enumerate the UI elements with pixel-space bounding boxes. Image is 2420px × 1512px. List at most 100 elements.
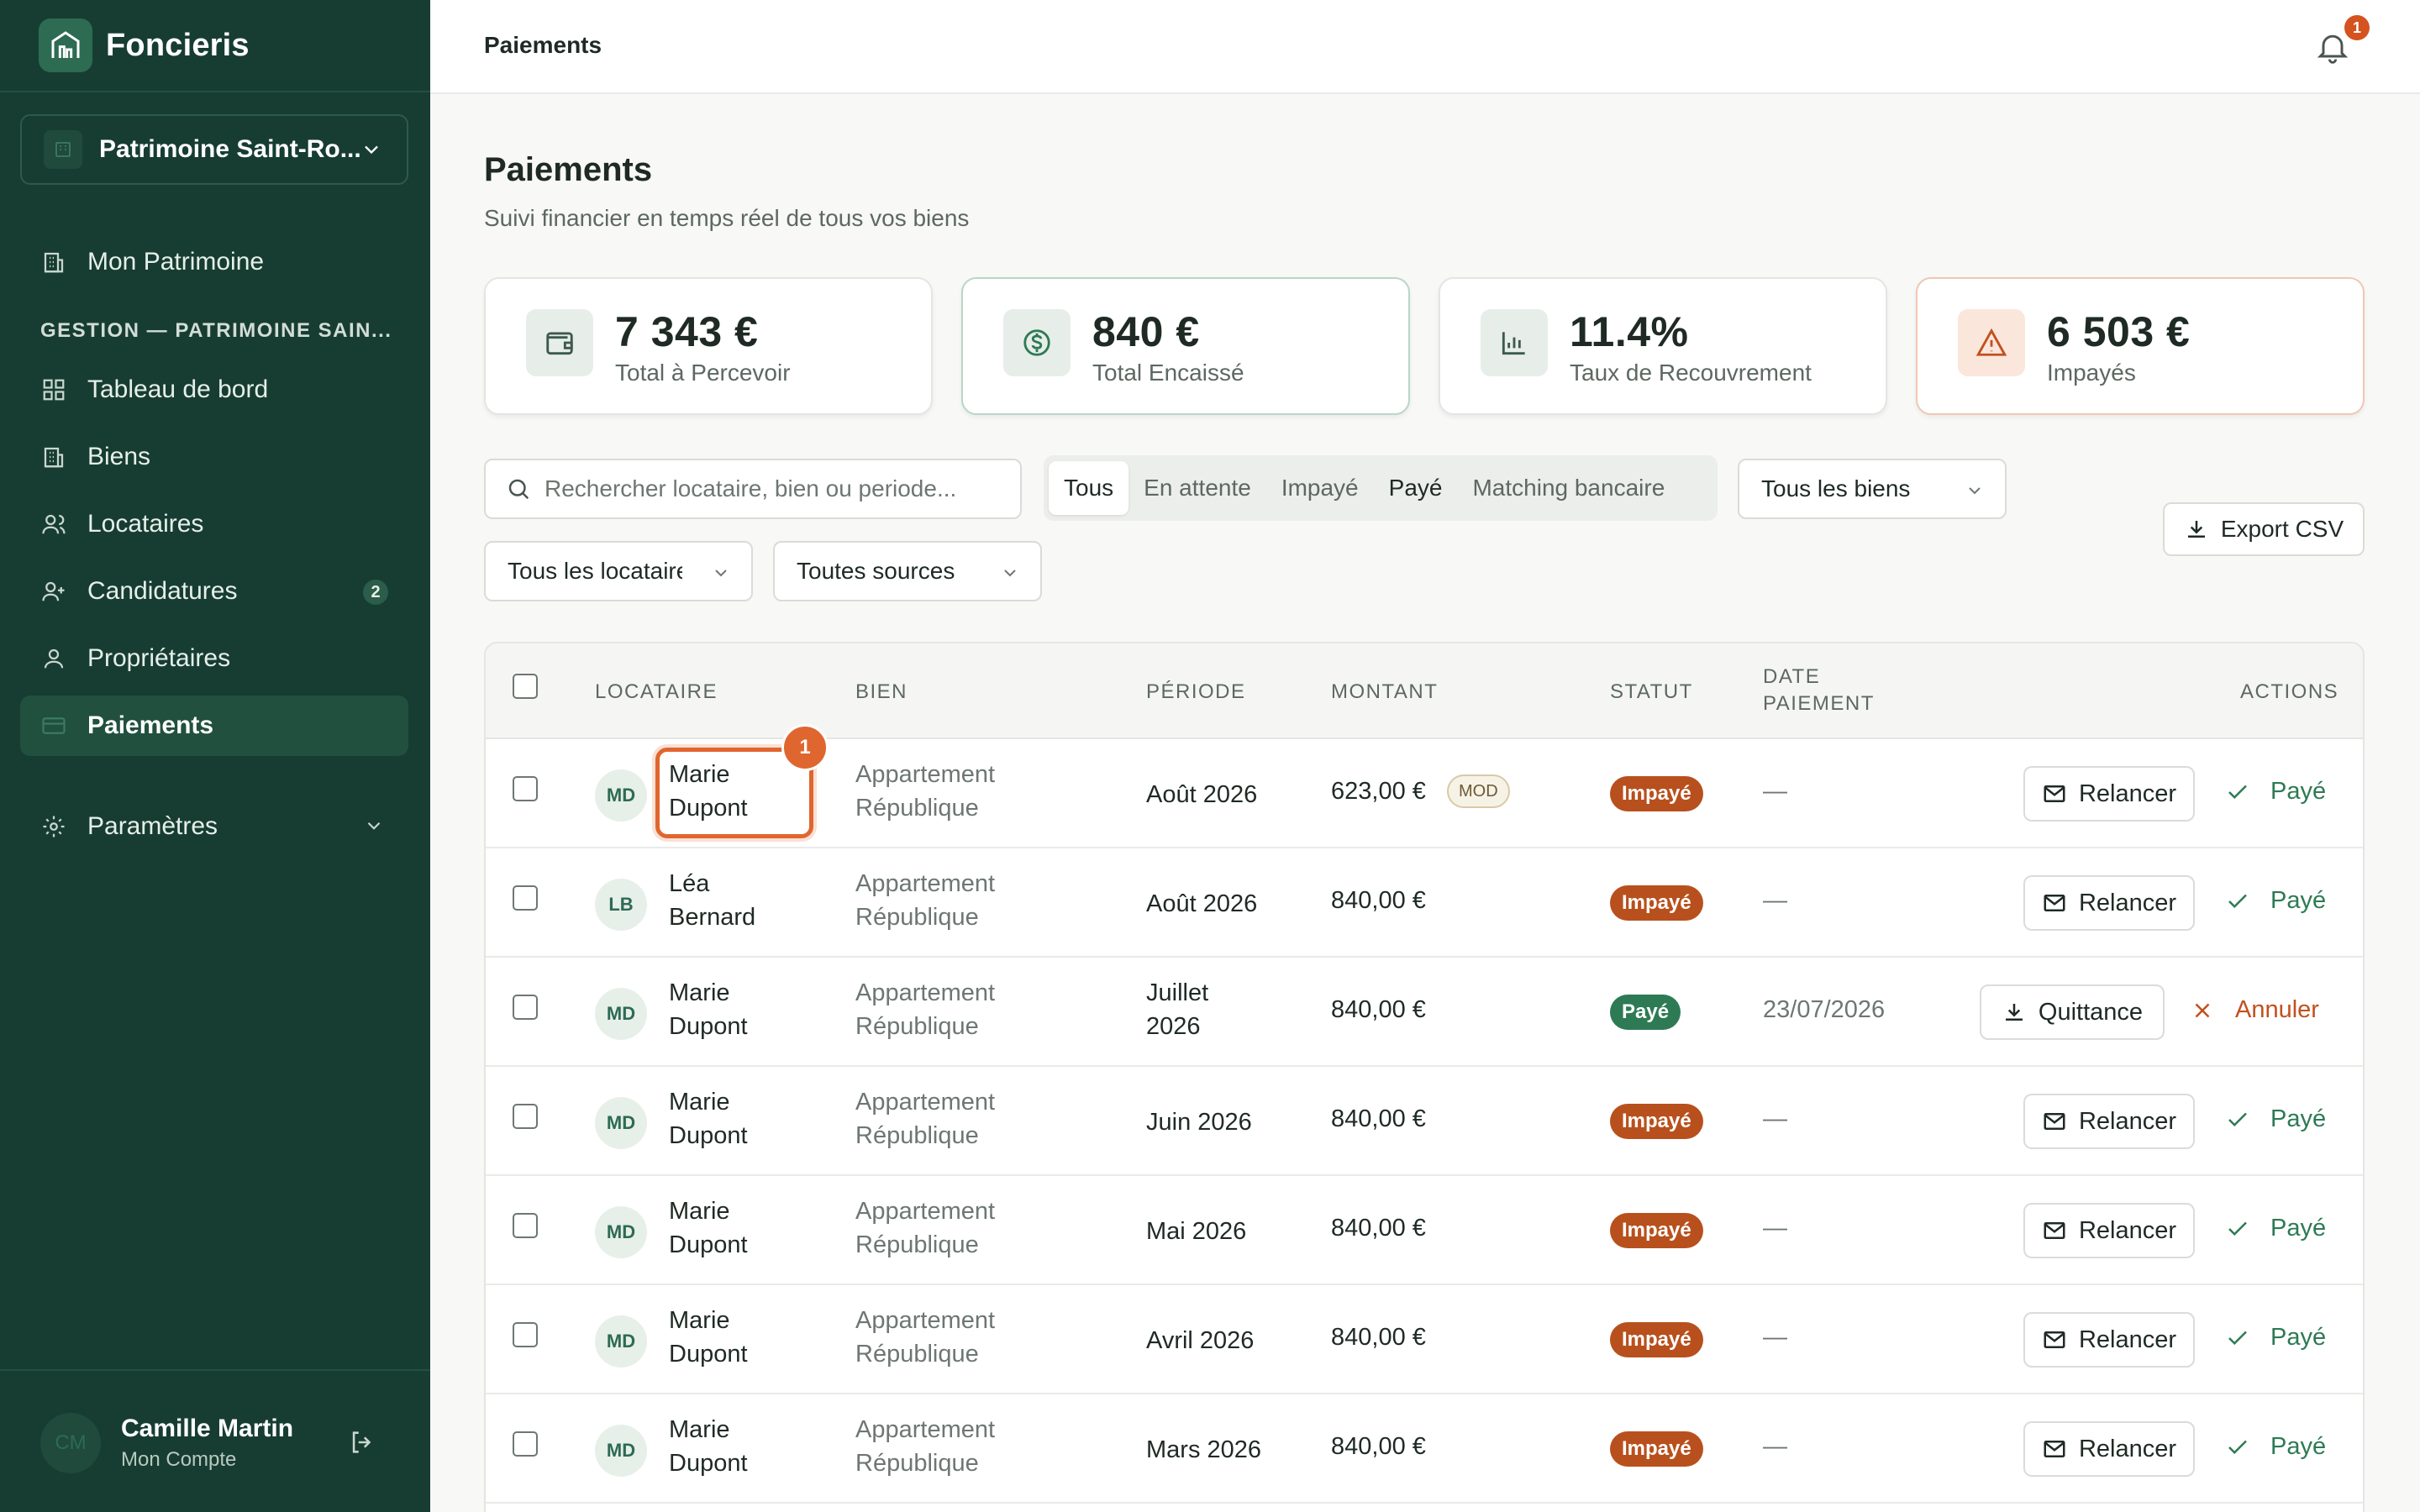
tab-impaye[interactable]: Impayé <box>1266 461 1374 515</box>
row-checkbox[interactable] <box>513 1213 538 1238</box>
tenant-last-name: Dupont <box>669 1013 748 1040</box>
tenant-name[interactable]: Marie Dupont <box>669 1085 803 1152</box>
search-input[interactable] <box>544 475 998 502</box>
mail-icon <box>2044 1113 2065 1130</box>
header-statut[interactable]: STATUT <box>1610 680 1693 704</box>
select-all-checkbox[interactable] <box>513 674 538 699</box>
table-row[interactable]: MD Marie Dupont Appartement République Avr… <box>486 1285 2363 1394</box>
relancer-button[interactable]: Relancer <box>2023 875 2195 931</box>
quittance-button[interactable]: Quittance <box>1980 984 2165 1040</box>
row-checkbox[interactable] <box>513 1431 538 1457</box>
avatar: MD <box>595 988 647 1040</box>
stat-label: Total à Percevoir <box>615 360 791 386</box>
relancer-button[interactable]: Relancer <box>2023 1312 2195 1368</box>
mark-paid-button[interactable]: Payé <box>2225 887 2326 915</box>
annotation-marker: 1 <box>781 724 829 771</box>
relancer-button[interactable]: Relancer <box>2023 1094 2195 1149</box>
row-checkbox[interactable] <box>513 776 538 801</box>
biens-select[interactable]: Tous les biens <box>1738 459 2007 519</box>
period: Mai 2026 <box>1146 1218 1247 1245</box>
nav-candidatures[interactable]: Candidatures 2 <box>20 561 408 622</box>
stat-label: Impayés <box>2047 360 2136 386</box>
export-csv-button[interactable]: Export CSV <box>2163 502 2365 556</box>
nav-paiements[interactable]: Paiements <box>20 696 408 756</box>
header-periode[interactable]: PÉRIODE <box>1146 680 1246 704</box>
table-row[interactable]: LB Léa Bernard Appartement République Août… <box>486 848 2363 958</box>
relancer-button[interactable]: Relancer <box>2023 1421 2195 1477</box>
tenant-name[interactable]: Léa Bernard <box>669 867 803 934</box>
relancer-button[interactable]: Relancer <box>2023 1203 2195 1258</box>
header-bien[interactable]: BIEN <box>855 680 908 704</box>
brand[interactable]: Foncieris <box>0 0 430 92</box>
avatar: LB <box>595 879 647 931</box>
mark-paid-button[interactable]: Payé <box>2225 1105 2326 1133</box>
dollar-circle-icon <box>1003 309 1071 376</box>
locataires-select[interactable]: Tous les locataires <box>484 541 753 601</box>
property-name: Appartement République <box>855 1413 1074 1480</box>
nav-proprietaires[interactable]: Propriétaires <box>20 628 408 689</box>
nav-label: Mon Patrimoine <box>87 248 265 276</box>
nav-label: Locataires <box>87 510 204 538</box>
gear-icon <box>39 811 69 842</box>
payment-date: 23/07/2026 <box>1763 996 1886 1023</box>
stat-label: Total Encaissé <box>1092 360 1244 386</box>
button-label: Relancer <box>2078 1107 2177 1135</box>
cancel-payment-button[interactable]: Annuler <box>2190 996 2319 1024</box>
header-date[interactable]: DATE <box>1763 665 1820 689</box>
status-badge: Impayé <box>1610 1431 1703 1467</box>
tab-en-attente[interactable]: En attente <box>1128 461 1266 515</box>
avatar[interactable]: CM <box>40 1413 101 1473</box>
user-plus-icon <box>39 576 69 606</box>
table-row[interactable]: MD Marie Dupont Appartement République Mai… <box>486 1176 2363 1285</box>
header-montant[interactable]: MONTANT <box>1331 680 1438 704</box>
nav-label: Paramètres <box>87 812 218 840</box>
mark-paid-button[interactable]: Payé <box>2225 778 2326 806</box>
tenant-name[interactable]: Marie Dupont <box>669 1413 803 1480</box>
row-checkbox[interactable] <box>513 885 538 911</box>
amount: 840,00 € <box>1331 1324 1426 1351</box>
app-name: Foncieris <box>106 27 250 63</box>
tab-matching-bancaire[interactable]: Matching bancaire <box>1457 461 1680 515</box>
tenant-first-name: Marie <box>669 979 730 1006</box>
amount: 623,00 € <box>1331 778 1426 805</box>
nav-parametres[interactable]: Paramètres <box>20 796 408 857</box>
tenant-name[interactable]: Marie Dupont <box>669 1194 803 1262</box>
search-box[interactable] <box>484 459 1022 519</box>
amount: 840,00 € <box>1331 1433 1426 1460</box>
building-icon <box>39 442 69 472</box>
org-name: Patrimoine Saint-Ro... <box>99 135 361 163</box>
mark-paid-button[interactable]: Payé <box>2225 1433 2326 1461</box>
property-line: Appartement <box>855 870 996 897</box>
sources-select[interactable]: Toutes sources <box>773 541 1042 601</box>
table-row[interactable]: MD Marie Dupont Appartement République Jui… <box>486 1067 2363 1176</box>
table-row[interactable]: MD Marie Dupont Appartement République Mar… <box>486 1394 2363 1504</box>
header-locataire[interactable]: LOCATAIRE <box>595 680 718 704</box>
nav-biens[interactable]: Biens <box>20 427 408 487</box>
tab-tous[interactable]: Tous <box>1049 461 1129 515</box>
row-checkbox[interactable] <box>513 1322 538 1347</box>
table-header: LOCATAIRE BIEN PÉRIODE MONTANT STATUT DA… <box>486 643 2363 739</box>
table-row[interactable]: MD Marie Dupont Appartement République Jui… <box>486 958 2363 1067</box>
relancer-button[interactable]: Relancer <box>2023 766 2195 822</box>
chevron-down-icon <box>1004 570 1016 577</box>
logout-icon[interactable] <box>348 1428 376 1457</box>
status-badge: Impayé <box>1610 776 1703 811</box>
org-switcher[interactable]: Patrimoine Saint-Ro... <box>20 114 408 185</box>
nav-mon-patrimoine[interactable]: Mon Patrimoine <box>20 232 408 292</box>
property-line: République <box>855 1341 979 1368</box>
warning-icon <box>1958 309 2025 376</box>
header-paiement[interactable]: PAIEMENT <box>1763 692 1875 716</box>
tenant-name[interactable]: Marie Dupont <box>669 976 803 1043</box>
tab-paye[interactable]: Payé <box>1374 461 1458 515</box>
payment-date: — <box>1763 887 1787 914</box>
nav-tableau-de-bord[interactable]: Tableau de bord <box>20 360 408 420</box>
button-label: Payé <box>2270 887 2327 914</box>
mark-paid-button[interactable]: Payé <box>2225 1215 2326 1242</box>
nav-locataires[interactable]: Locataires <box>20 494 408 554</box>
tenant-name[interactable]: Marie Dupont <box>669 1304 803 1371</box>
mark-paid-button[interactable]: Payé <box>2225 1324 2326 1352</box>
select-value: Tous les biens <box>1761 475 1911 501</box>
row-checkbox[interactable] <box>513 995 538 1020</box>
payment-date: — <box>1763 1324 1787 1351</box>
row-checkbox[interactable] <box>513 1104 538 1129</box>
